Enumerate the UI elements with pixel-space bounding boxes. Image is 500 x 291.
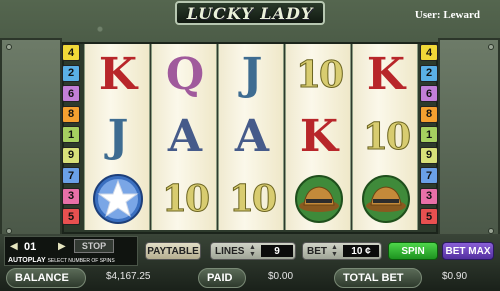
autoplay-label: AUTOPLAY SELECT NUMBER OF SPINS: [8, 257, 115, 264]
symbol-j: J: [107, 111, 129, 162]
hat-symbol-icon: [286, 168, 352, 230]
payline-tab: 7: [62, 167, 80, 184]
payline-tab: 5: [420, 208, 438, 225]
paytable-button[interactable]: PAYTABLE: [145, 242, 201, 260]
lines-value: 9: [261, 245, 293, 257]
payline-tab: 1: [420, 126, 438, 143]
bet-max-button[interactable]: BET MAX: [442, 242, 494, 260]
lines-control: LINES ▲ ▼ 9: [210, 242, 296, 260]
symbol-a: A: [234, 111, 270, 162]
autoplay-sublabel: SELECT NUMBER OF SPINS: [47, 258, 115, 264]
symbol-q: Q: [165, 49, 205, 100]
payline-tab: 7: [420, 167, 438, 184]
autoplay-count: 01: [24, 241, 37, 253]
bet-stepper-icon[interactable]: ▲ ▼: [331, 244, 338, 258]
total-bet-value: $0.90: [442, 271, 468, 282]
right-side-plate: [438, 38, 500, 238]
bet-value: 10 ¢: [343, 245, 379, 257]
lines-label: LINES: [215, 245, 245, 257]
payline-tab: 5: [62, 208, 80, 225]
payline-tab: 8: [420, 105, 438, 123]
payline-tab: 9: [62, 146, 80, 164]
user-label: User:: [414, 9, 441, 21]
star-symbol-icon: [85, 168, 151, 230]
payline-tab: 1: [62, 126, 80, 143]
reel: KJ: [84, 44, 150, 230]
paid-value: $0.00: [268, 271, 294, 282]
left-side-plate: [0, 38, 62, 238]
spin-button[interactable]: SPIN: [388, 242, 438, 260]
payline-tab: 4: [62, 44, 80, 61]
symbol-10: 10: [362, 116, 411, 158]
stop-button[interactable]: STOP: [74, 239, 114, 253]
rivet: [6, 44, 12, 50]
symbol-k: K: [366, 49, 406, 100]
balance-value: $4,167.25: [106, 271, 151, 282]
paid-label: PAID: [198, 268, 246, 288]
symbol-10: 10: [295, 54, 344, 96]
total-bet-label: TOTAL BET: [334, 268, 422, 288]
symbol-k: K: [299, 111, 339, 162]
lines-stepper-icon[interactable]: ▲ ▼: [249, 244, 256, 258]
autoplay-increase-icon[interactable]: ▶: [58, 241, 66, 252]
payline-tab: 3: [62, 187, 80, 205]
payline-tab: 3: [420, 187, 438, 205]
payline-tab: 6: [420, 85, 438, 102]
reel: Q A 10: [151, 44, 217, 230]
symbol-10: 10: [161, 178, 210, 220]
bet-label: BET: [307, 245, 327, 257]
autoplay-title: AUTOPLAY: [8, 257, 46, 264]
balance-label: BALANCE: [6, 268, 86, 288]
reel: K 10: [352, 44, 418, 230]
reel: 10 K: [285, 44, 351, 230]
symbol-10: 10: [228, 178, 277, 220]
symbol-k: K: [98, 49, 138, 100]
payline-tab: 2: [420, 64, 438, 82]
game-logo: LUCKY LADY: [175, 1, 325, 25]
hat-symbol-icon: [353, 168, 419, 230]
symbol-j: J: [241, 49, 263, 100]
symbol-a: A: [167, 111, 203, 162]
user-name: Leward: [443, 9, 480, 21]
payline-tab: 6: [62, 85, 80, 102]
reel: J A 10: [218, 44, 284, 230]
rivet: [488, 44, 494, 50]
user-info: User: Leward: [415, 9, 480, 21]
bet-control: BET ▲ ▼ 10 ¢: [302, 242, 382, 260]
payline-tab: 9: [420, 146, 438, 164]
payline-tab: 4: [420, 44, 438, 61]
payline-tab: 2: [62, 64, 80, 82]
autoplay-decrease-icon[interactable]: ◀: [10, 241, 18, 252]
payline-tab: 8: [62, 105, 80, 123]
